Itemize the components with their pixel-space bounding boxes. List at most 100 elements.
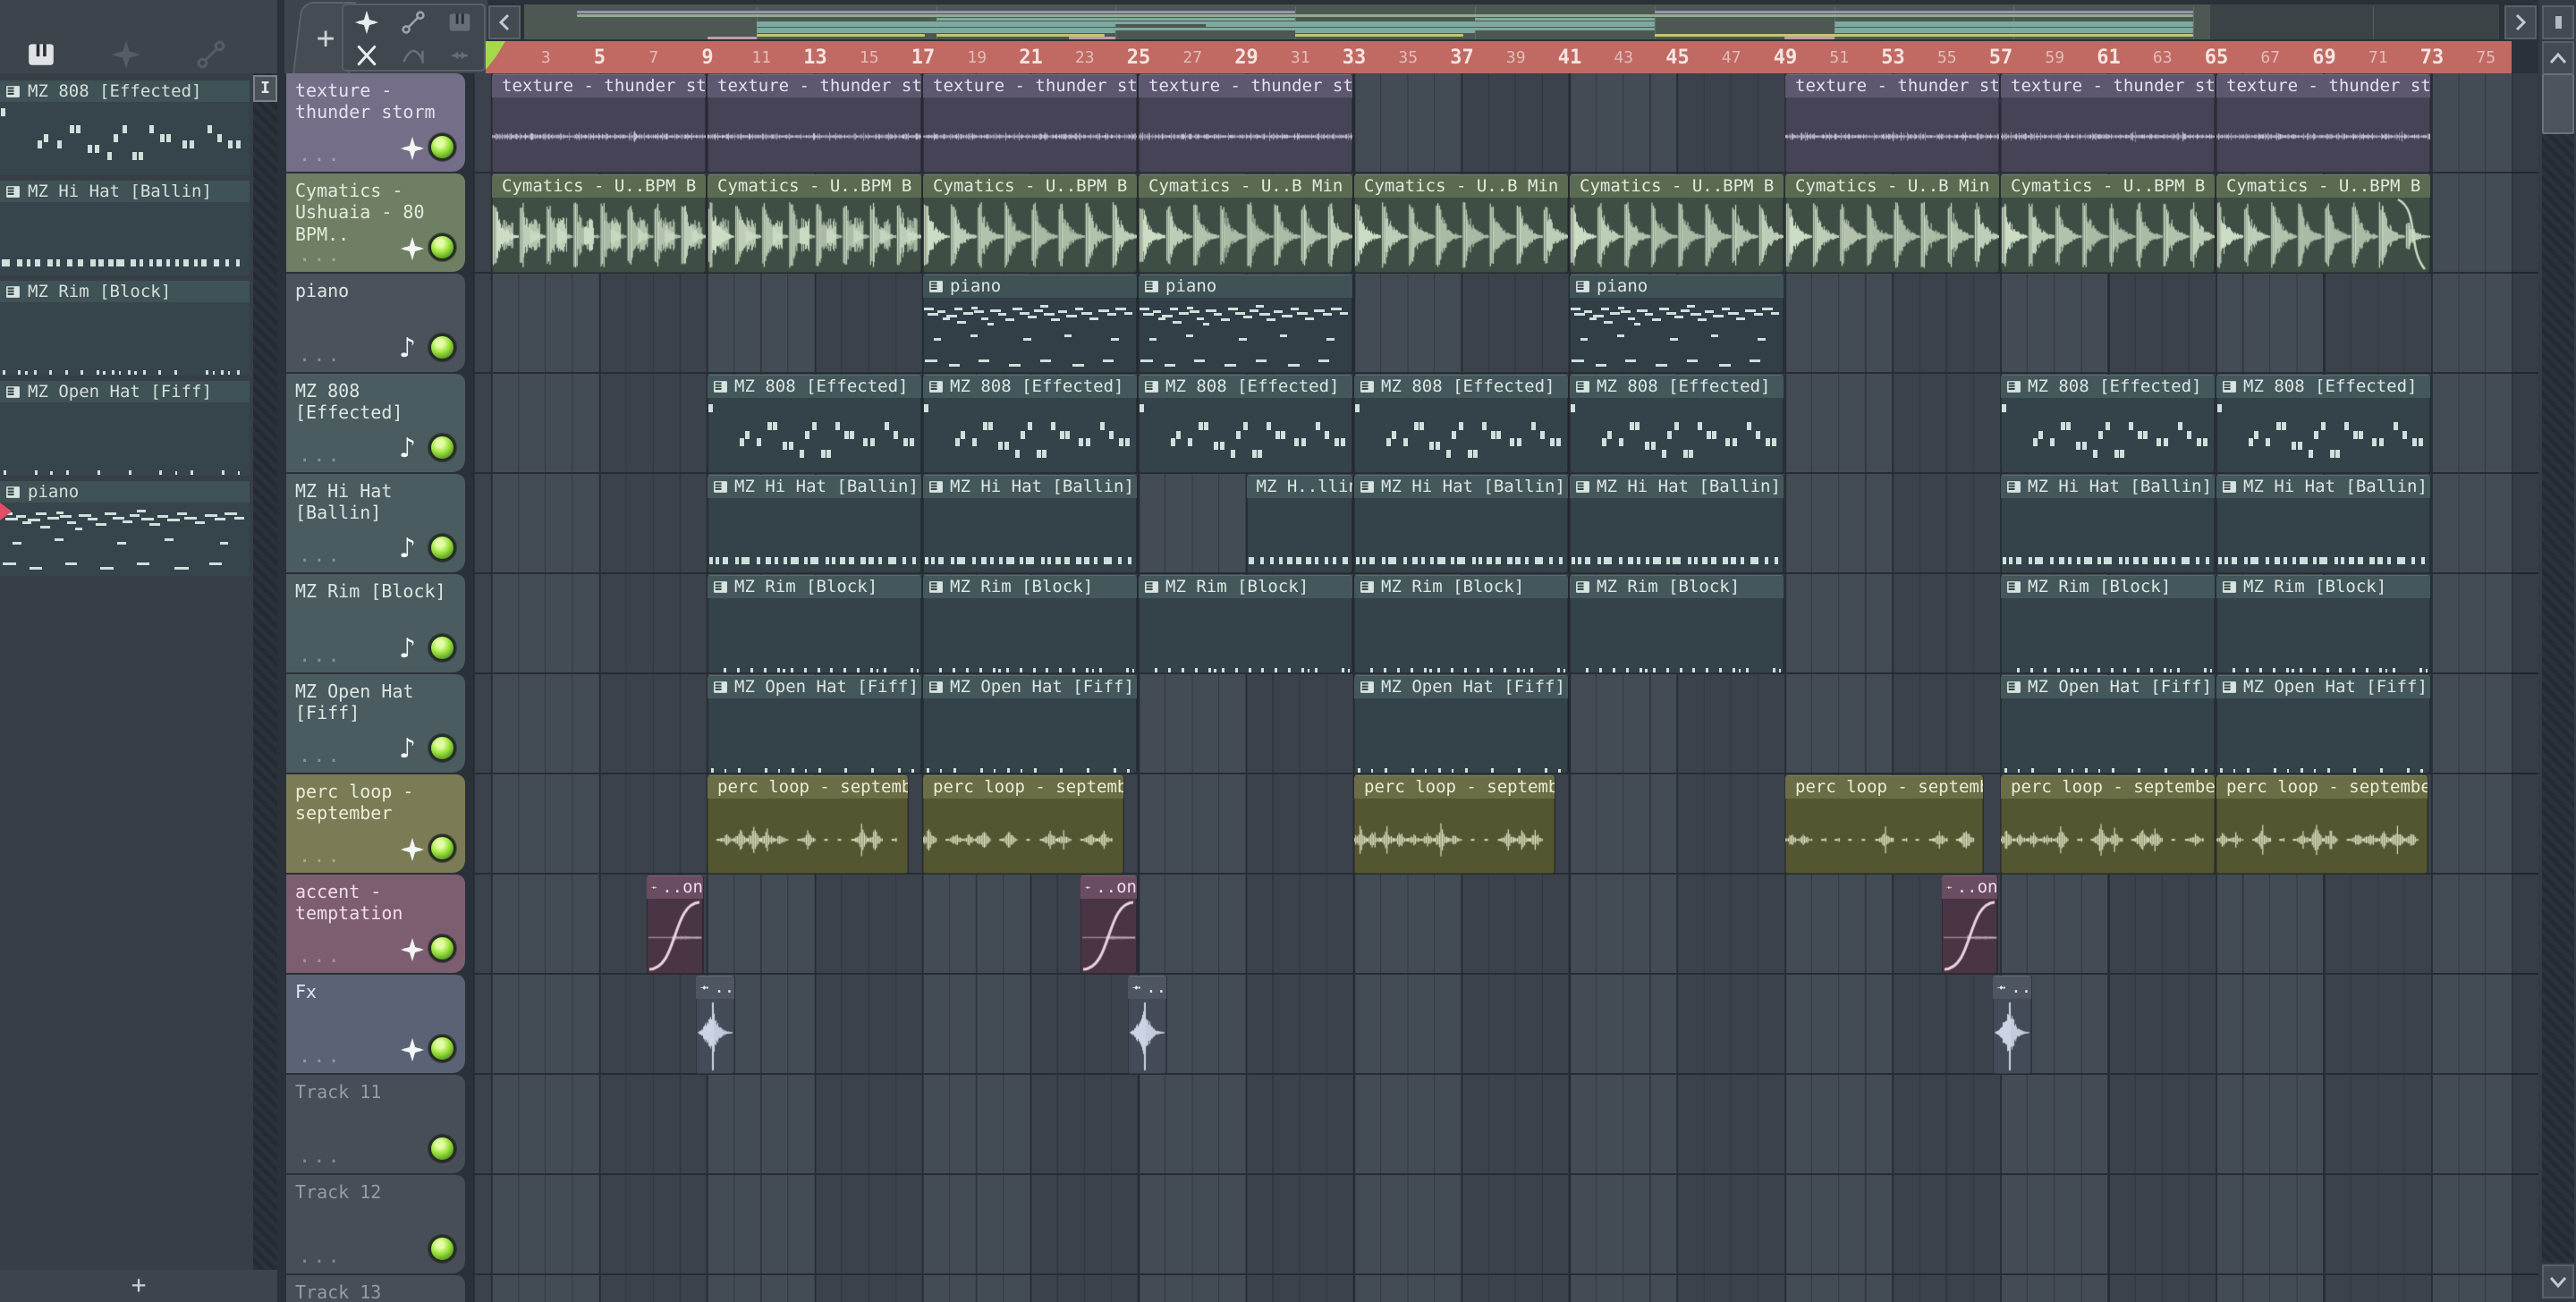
playlist-clip[interactable]: MZ 808 [Effected] xyxy=(708,375,921,473)
playlist-clip[interactable]: MZ Hi Hat [Ballin] xyxy=(1570,475,1784,573)
playlist-clip[interactable]: perc loop - september xyxy=(923,775,1123,874)
track-header[interactable]: MZ Hi Hat [Ballin]... ♪ xyxy=(286,474,465,572)
pattern-item[interactable]: MZ Open Hat [Fiff] xyxy=(0,377,253,478)
note-track-icon[interactable]: ♪ xyxy=(399,335,426,362)
playlist-clip[interactable]: MZ Hi Hat [Ballin] xyxy=(708,475,921,573)
track-mute-led[interactable] xyxy=(428,233,456,261)
track-options-dots[interactable]: ... xyxy=(299,545,343,567)
playlist-navigator-strip[interactable] xyxy=(523,4,2500,40)
track-mute-led[interactable] xyxy=(428,434,456,461)
add-pattern-button[interactable]: + xyxy=(0,1270,277,1302)
playlist-clip[interactable]: MZ 808 [Effected] xyxy=(1354,375,1568,473)
track-mute-led[interactable] xyxy=(428,1135,456,1162)
playlist-clip[interactable]: MZ Rim [Block] xyxy=(1354,575,1568,673)
note-track-icon[interactable]: ♪ xyxy=(399,435,426,462)
track-mute-led[interactable] xyxy=(428,834,456,862)
playlist-clip[interactable]: MZ Hi Hat [Ballin] xyxy=(1354,475,1568,573)
note-track-icon[interactable]: ♪ xyxy=(399,636,426,663)
playlist-clip[interactable]: Cymatics - U..BPM B Min xyxy=(708,174,921,273)
playlist-clip[interactable]: ..on xyxy=(1941,875,1998,974)
playlist-clip[interactable]: perc loop - september xyxy=(2216,775,2428,874)
track-header[interactable]: accent - temptation... xyxy=(286,875,465,973)
playlist-clip[interactable]: Cymatics - U..B Min #2 xyxy=(1785,174,1999,273)
playlist-clip[interactable]: piano xyxy=(923,275,1137,373)
playlist-clip[interactable]: MZ Open Hat [Fiff] xyxy=(2001,675,2215,774)
playlist-clip[interactable]: Cymatics - U..BPM B Min xyxy=(2216,174,2430,273)
track-header[interactable]: Cymatics - Ushuaia - 80 BPM..... xyxy=(286,173,465,272)
scrollbar-thumb[interactable] xyxy=(2542,73,2574,134)
playlist-clip[interactable]: texture - thunder storm xyxy=(1785,74,1999,173)
track-header[interactable]: Track 12... xyxy=(286,1175,465,1273)
track-header[interactable]: MZ Rim [Block]... ♪ xyxy=(286,574,465,672)
playlist-clip[interactable]: MZ Rim [Block] xyxy=(2216,575,2430,673)
pattern-item[interactable]: MZ Rim [Block] xyxy=(0,277,253,377)
track-options-dots[interactable]: ... xyxy=(299,144,343,166)
pattern-panel-collapse-button[interactable]: I xyxy=(253,75,277,102)
track-header[interactable]: MZ Open Hat [Fiff]... ♪ xyxy=(286,674,465,773)
playlist-clip[interactable]: perc loop - september xyxy=(1354,775,1555,874)
scroll-corner-button[interactable] xyxy=(2542,5,2574,39)
track-options-dots[interactable]: ... xyxy=(299,1146,343,1168)
playlist-clip[interactable]: texture - thunder storm xyxy=(2001,74,2215,173)
playlist-clip[interactable]: ..on xyxy=(1080,875,1137,974)
playlist-clip[interactable]: texture - thunder storm xyxy=(708,74,921,173)
playlist-clip[interactable]: Cymatics - U..BPM B Min xyxy=(1570,174,1784,273)
tool-slide-icon[interactable] xyxy=(395,40,431,71)
track-options-dots[interactable]: ... xyxy=(299,1246,343,1268)
tool-automation-icon[interactable] xyxy=(395,7,431,38)
note-track-icon[interactable]: ♪ xyxy=(399,536,426,562)
audio-track-icon[interactable] xyxy=(399,937,426,962)
playlist-clip[interactable]: MZ 808 [Effected] xyxy=(1570,375,1784,473)
track-mute-led[interactable] xyxy=(428,1035,456,1062)
playlist-clip[interactable]: MZ Open Hat [Fiff] xyxy=(708,675,921,774)
playlist-clip[interactable]: texture - thunder storm xyxy=(2216,74,2430,173)
playlist-clip[interactable]: .. xyxy=(696,976,735,1074)
track-options-dots[interactable]: ... xyxy=(299,244,343,266)
track-mute-led[interactable] xyxy=(428,133,456,161)
playlist-clip[interactable]: MZ Rim [Block] xyxy=(923,575,1137,673)
timeline-ruler[interactable]: 3 5 7 9 11 13 15 17 19 21 23 25 27 29 31 33 35 37 39 41 43 45… xyxy=(486,41,2512,73)
playlist-clip[interactable]: texture - thunder storm xyxy=(923,74,1137,173)
pattern-item[interactable]: MZ 808 [Effected] xyxy=(0,77,253,177)
playlist-clip[interactable]: MZ Open Hat [Fiff] xyxy=(1354,675,1568,774)
playlist-clip[interactable]: MZ Hi Hat [Ballin] xyxy=(923,475,1137,573)
playlist-clip[interactable]: MZ Rim [Block] xyxy=(1139,575,1352,673)
track-mute-led[interactable] xyxy=(428,734,456,762)
playlist-clip[interactable]: MZ 808 [Effected] xyxy=(923,375,1137,473)
playlist-clip[interactable]: .. xyxy=(1127,976,1167,1074)
scroll-down-button[interactable] xyxy=(2542,1264,2574,1298)
scroll-up-button[interactable] xyxy=(2542,41,2574,75)
pattern-panel-tab-wave-icon[interactable] xyxy=(110,39,142,70)
playlist-clip[interactable]: MZ 808 [Effected] xyxy=(2001,375,2215,473)
track-options-dots[interactable]: ... xyxy=(299,1045,343,1068)
playlist-clip[interactable]: Cymatics - U..B Min #2 xyxy=(1139,174,1352,273)
track-options-dots[interactable]: ... xyxy=(299,845,343,867)
scrollbar-track[interactable] xyxy=(2542,73,2574,1263)
track-options-dots[interactable]: ... xyxy=(299,645,343,667)
track-header[interactable]: perc loop - september... xyxy=(286,774,465,873)
playlist-clip[interactable]: MZ 808 [Effected] xyxy=(1139,375,1352,473)
track-mute-led[interactable] xyxy=(428,634,456,662)
playlist-clip[interactable]: MZ H..llin] xyxy=(1246,475,1352,573)
audio-track-icon[interactable] xyxy=(399,1037,426,1062)
playlist-clip[interactable]: perc loop - september xyxy=(1785,775,1983,874)
pattern-list-scrollbar[interactable] xyxy=(253,73,277,1270)
playlist-clip[interactable]: MZ Rim [Block] xyxy=(2001,575,2215,673)
playlist-clip[interactable]: Cymatics - U..BPM B Min xyxy=(492,174,706,273)
tool-cut-icon[interactable] xyxy=(349,40,385,71)
audio-track-icon[interactable] xyxy=(399,236,426,261)
playlist-clip[interactable]: MZ Rim [Block] xyxy=(1570,575,1784,673)
navigator-scroll-right-button[interactable] xyxy=(2504,5,2537,39)
playlist-clip[interactable]: texture - thunder storm xyxy=(492,74,706,173)
playlist-clip[interactable]: Cymatics - U..BPM B Min xyxy=(2001,174,2215,273)
playlist-clip[interactable]: .. xyxy=(1992,976,2032,1074)
playlist-clip[interactable]: Cymatics - U..B Min #2 xyxy=(1354,174,1568,273)
playlist-clip[interactable]: ..on xyxy=(647,875,703,974)
pattern-item[interactable]: piano xyxy=(0,478,253,578)
audio-track-icon[interactable] xyxy=(399,837,426,862)
track-options-dots[interactable]: ... xyxy=(299,745,343,767)
playlist-clip[interactable]: MZ Open Hat [Fiff] xyxy=(2216,675,2430,774)
playlist-clip[interactable]: piano xyxy=(1570,275,1784,373)
track-mute-led[interactable] xyxy=(428,934,456,962)
track-header[interactable]: MZ 808 [Effected]... ♪ xyxy=(286,374,465,472)
